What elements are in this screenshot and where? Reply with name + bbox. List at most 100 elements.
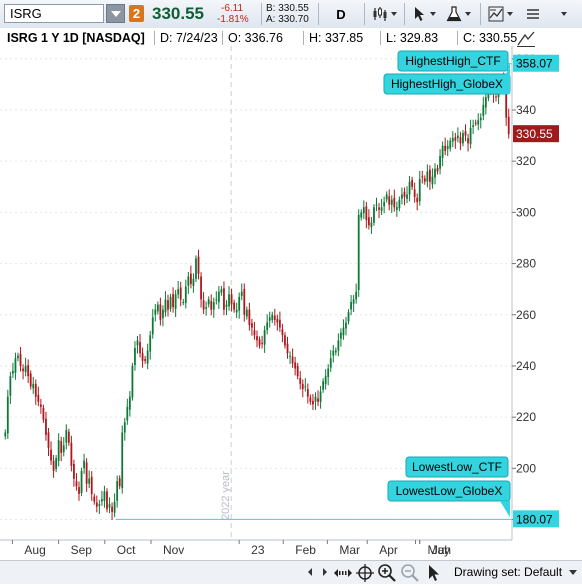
candle-body: [172, 294, 174, 308]
candle-body: [100, 499, 103, 502]
candle-body: [413, 189, 416, 198]
candle-body: [472, 125, 475, 128]
candle-body: [245, 309, 248, 317]
candle-body: [78, 487, 80, 494]
candle-body: [329, 358, 332, 368]
candle-body: [210, 301, 213, 310]
bubble-highest-high-globex: HighestHigh_GlobeX: [391, 77, 503, 91]
x-tick-label: Oct: [117, 543, 136, 557]
candle-body: [467, 138, 469, 144]
highest-high-price-tag: 358.07: [516, 57, 553, 71]
scroll-left-button[interactable]: [305, 566, 315, 578]
candle-body: [24, 365, 27, 372]
candle-body: [507, 116, 510, 135]
drawing-tools-button[interactable]: [515, 30, 537, 48]
drawing-set-dropdown[interactable]: [568, 566, 578, 578]
candle-body: [238, 296, 241, 311]
crosshair-button[interactable]: [355, 563, 375, 583]
cursor-icon: [429, 565, 439, 581]
candle-body: [156, 304, 159, 312]
candle-body: [123, 422, 126, 433]
y-tick-label: 300: [516, 205, 536, 219]
candle-body: [327, 368, 330, 378]
candle-body: [332, 350, 335, 356]
candle-body: [207, 299, 210, 305]
candle-body: [19, 353, 22, 366]
candle-body: [439, 156, 441, 169]
candle-body: [441, 145, 444, 158]
candle-body: [256, 336, 258, 341]
candle-body: [350, 301, 352, 310]
cursor-select-button[interactable]: [424, 563, 444, 583]
candle-body: [385, 194, 388, 200]
scroll-right-button[interactable]: [320, 566, 330, 578]
candle-body: [217, 291, 220, 303]
crosshair-icon: [356, 564, 374, 582]
candle-body: [436, 167, 439, 172]
divider: [457, 31, 458, 45]
y-tick-label: 260: [516, 308, 536, 322]
candle-body: [62, 445, 65, 453]
pan-arrows-icon: [334, 569, 352, 577]
candle-body: [4, 432, 7, 437]
candle-body: [278, 319, 281, 328]
chevron-down-icon: [569, 570, 577, 575]
candle-body: [355, 291, 358, 300]
candle-body: [230, 294, 233, 305]
candle-body: [195, 258, 197, 279]
candle-body: [169, 296, 172, 309]
candle-body: [345, 322, 347, 329]
candle-body: [431, 176, 434, 185]
candle-body: [116, 481, 119, 501]
price-chart[interactable]: 2022 year HighestHigh_CTF HighestHigh_Glo…: [0, 0, 582, 560]
candle-body: [388, 196, 391, 205]
candle-body: [479, 117, 482, 121]
zoom-in-button[interactable]: [377, 563, 397, 583]
candle-body: [429, 169, 431, 182]
candle-body: [462, 133, 464, 144]
x-tick-label: Sep: [71, 543, 93, 557]
candle-body: [22, 368, 24, 372]
candle-body: [340, 332, 342, 339]
candle-body: [93, 496, 96, 502]
candle-body: [50, 449, 52, 461]
drawing-line-icon: [517, 31, 535, 47]
candle-body: [306, 389, 309, 397]
candle-body: [11, 371, 14, 374]
candle-body: [357, 214, 360, 290]
candle-body: [342, 327, 345, 336]
x-tick-label: Apr: [379, 543, 398, 557]
candle-body: [83, 460, 85, 469]
candle-body: [45, 418, 47, 436]
candle-body: [162, 309, 164, 319]
candle-body: [146, 350, 149, 364]
y-tick-label: 240: [516, 359, 536, 373]
candle-body: [139, 342, 141, 354]
candle-body: [273, 315, 276, 320]
x-tick-label: Feb: [295, 543, 316, 557]
candle-body: [60, 441, 63, 453]
candle-body: [9, 376, 12, 396]
candle-body: [248, 309, 251, 325]
candle-body: [474, 122, 477, 124]
candle-body: [304, 386, 307, 388]
candle-body: [57, 440, 60, 461]
candle-body: [47, 432, 50, 448]
candle-body: [174, 294, 177, 309]
candle-body: [299, 377, 302, 384]
candle-body: [67, 431, 70, 443]
candle-body: [284, 335, 286, 346]
candle-body: [65, 429, 68, 443]
zoom-out-button[interactable]: [400, 563, 420, 583]
pan-button[interactable]: [333, 563, 353, 583]
divider: [154, 31, 155, 45]
drawing-set-selector[interactable]: Drawing set: Default: [454, 565, 562, 579]
candle-body: [319, 391, 322, 402]
candle-body: [378, 207, 380, 210]
arrow-right-icon: [323, 568, 327, 576]
x-tick-label: Mar: [339, 543, 360, 557]
candle-body: [375, 204, 378, 206]
candle-body: [482, 104, 485, 116]
candle-body: [459, 137, 462, 144]
candle-body: [235, 309, 238, 313]
